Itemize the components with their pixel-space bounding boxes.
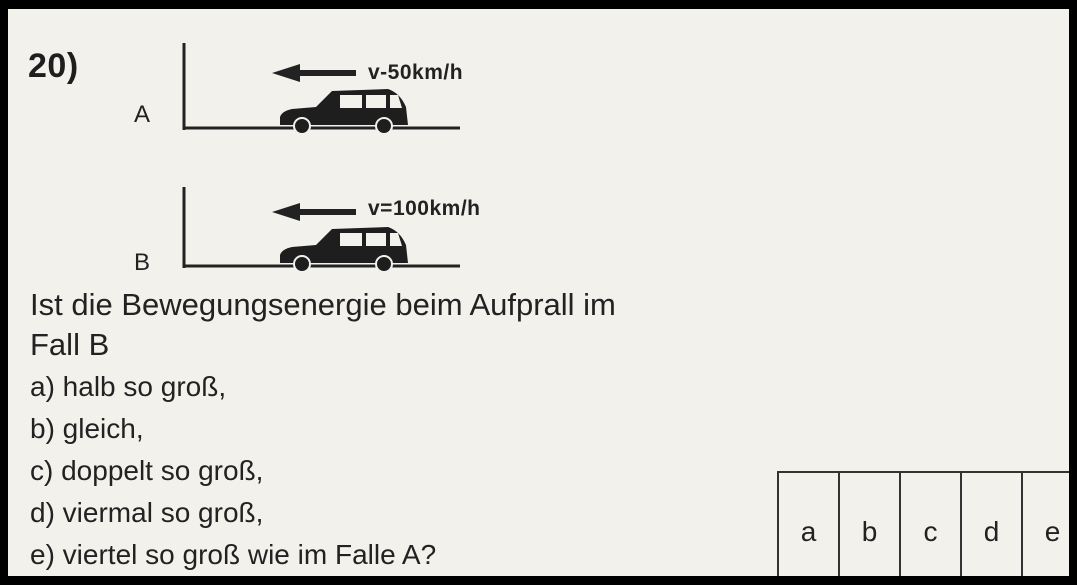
diagram-b-label: B xyxy=(134,249,151,276)
answer-cell-e[interactable]: e xyxy=(1023,473,1069,576)
answer-cell-b[interactable]: b xyxy=(840,473,901,576)
answer-grid: a b c d e xyxy=(777,471,1069,576)
diagram-a-label: A xyxy=(134,101,151,128)
diagram-a-arrow-icon xyxy=(272,64,356,82)
answer-cell-d[interactable]: d xyxy=(962,473,1023,576)
option-c: c) doppelt so groß, xyxy=(30,455,264,486)
question-text-line2: Fall B xyxy=(30,327,110,362)
question-text-line1: Ist die Bewegungsenergie beim Aufprall i… xyxy=(30,287,616,322)
option-b: b) gleich, xyxy=(30,413,144,444)
diagram-b-speed: v=100km/h xyxy=(368,197,481,220)
option-d: d) viermal so groß, xyxy=(30,497,264,528)
option-e: e) viertel so groß wie im Falle A? xyxy=(30,539,437,570)
diagram-a-speed: v-50km/h xyxy=(368,61,464,84)
diagram-b-arrow-icon xyxy=(272,203,356,221)
diagram-a xyxy=(182,43,460,135)
worksheet-page: 20) A v-50km/h B v=100km/h Ist die Beweg… xyxy=(8,9,1069,576)
option-a: a) halb so groß, xyxy=(30,371,227,402)
answer-cell-c[interactable]: c xyxy=(901,473,962,576)
answer-cell-a[interactable]: a xyxy=(779,473,840,576)
